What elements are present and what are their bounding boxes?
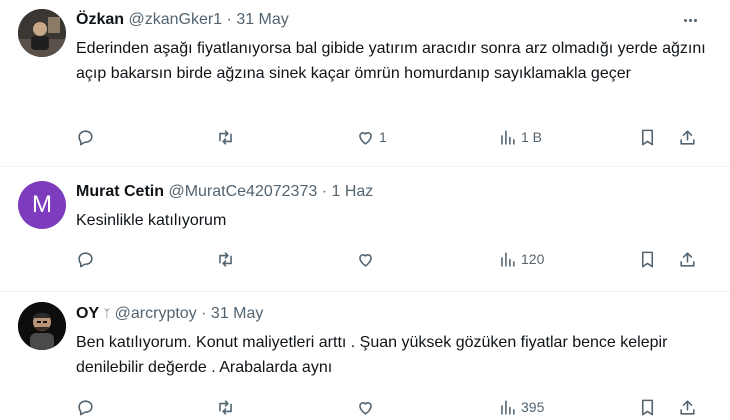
display-name[interactable]: Murat Cetin bbox=[76, 183, 164, 200]
share-icon bbox=[680, 399, 695, 415]
user-handle[interactable]: @MuratCe42072373 bbox=[168, 183, 317, 200]
like-icon bbox=[359, 131, 372, 145]
display-name[interactable]: Özkan bbox=[76, 11, 124, 28]
separator: · bbox=[201, 305, 207, 322]
tweet-text: Kesinlikle katılıyorum bbox=[76, 212, 227, 229]
views-button[interactable]: 120 bbox=[498, 248, 544, 270]
retweet-icon bbox=[219, 129, 232, 145]
reply-icon bbox=[78, 129, 93, 145]
views-button[interactable]: 1 B bbox=[498, 126, 542, 148]
tweet-actions: 120 bbox=[76, 248, 706, 270]
reply-button[interactable] bbox=[76, 248, 95, 270]
tweet-date[interactable]: 31 May bbox=[211, 305, 263, 322]
reply-button[interactable] bbox=[76, 396, 95, 418]
tweet-text: Ederinden aşağı fiyatlanıyorsa bal gibid… bbox=[76, 40, 706, 82]
tweet[interactable]: OY ᛉ @arcryptoy · 31 May Ben katılıyorum… bbox=[0, 292, 730, 420]
views-icon bbox=[501, 399, 515, 415]
share-button[interactable] bbox=[678, 248, 697, 270]
bookmark-icon bbox=[641, 129, 654, 145]
like-button[interactable]: 1 bbox=[356, 126, 387, 148]
name-badge: ᛉ bbox=[103, 308, 111, 320]
reply-icon bbox=[78, 251, 93, 267]
retweet-button[interactable] bbox=[216, 396, 235, 418]
user-handle[interactable]: @zkanGker1 bbox=[128, 11, 222, 28]
more-icon[interactable] bbox=[678, 10, 702, 30]
tweet-text: Ben katılıyorum. Konut maliyetleri arttı… bbox=[76, 334, 668, 376]
views-icon bbox=[501, 251, 515, 267]
bookmark-icon bbox=[641, 251, 654, 267]
tweet-date[interactable]: 1 Haz bbox=[331, 183, 373, 200]
bookmark-button[interactable] bbox=[638, 126, 657, 148]
like-icon bbox=[359, 401, 372, 415]
like-icon bbox=[359, 253, 372, 267]
avatar[interactable] bbox=[18, 9, 66, 57]
retweet-button[interactable] bbox=[216, 126, 235, 148]
tweet[interactable]: Özkan @zkanGker1 · 31 May Ederinden aşağ… bbox=[0, 0, 730, 166]
retweet-button[interactable] bbox=[216, 248, 235, 270]
tweet-header: OY ᛉ @arcryptoy · 31 May bbox=[76, 304, 263, 324]
tweet[interactable]: M Murat Cetin @MuratCe42072373 · 1 Haz K… bbox=[0, 167, 730, 291]
views-count: 395 bbox=[521, 399, 545, 415]
profile-photo-icon bbox=[18, 9, 66, 57]
bookmark-icon bbox=[641, 399, 654, 415]
user-handle[interactable]: @arcryptoy bbox=[115, 305, 197, 322]
bookmark-button[interactable] bbox=[638, 396, 657, 418]
views-count: 1 B bbox=[521, 129, 543, 145]
share-button[interactable] bbox=[678, 396, 697, 418]
display-name[interactable]: OY bbox=[76, 305, 99, 322]
reply-button[interactable] bbox=[76, 126, 95, 148]
avatar-letter: M bbox=[32, 191, 52, 218]
bookmark-button[interactable] bbox=[638, 248, 657, 270]
tweet-actions: 395 bbox=[76, 396, 706, 418]
profile-photo-icon bbox=[18, 302, 66, 350]
views-count: 120 bbox=[521, 251, 545, 267]
views-button[interactable]: 395 bbox=[498, 396, 544, 418]
tweet-actions: 1 1 B bbox=[76, 126, 706, 148]
separator: · bbox=[321, 183, 328, 200]
avatar[interactable]: M bbox=[18, 181, 66, 229]
separator: · bbox=[226, 11, 232, 28]
reply-icon bbox=[78, 399, 93, 415]
retweet-icon bbox=[219, 399, 232, 415]
like-count: 1 bbox=[379, 129, 387, 145]
avatar[interactable] bbox=[18, 302, 66, 350]
like-button[interactable] bbox=[356, 248, 379, 270]
retweet-icon bbox=[219, 251, 232, 267]
views-icon bbox=[501, 129, 515, 145]
tweet-header: Özkan @zkanGker1 · 31 May bbox=[76, 10, 289, 30]
tweet-date[interactable]: 31 May bbox=[236, 11, 288, 28]
tweet-header: Murat Cetin @MuratCe42072373 · 1 Haz bbox=[76, 182, 373, 202]
share-button[interactable] bbox=[678, 126, 697, 148]
share-icon bbox=[680, 251, 695, 267]
like-button[interactable] bbox=[356, 396, 379, 418]
share-icon bbox=[680, 129, 695, 145]
